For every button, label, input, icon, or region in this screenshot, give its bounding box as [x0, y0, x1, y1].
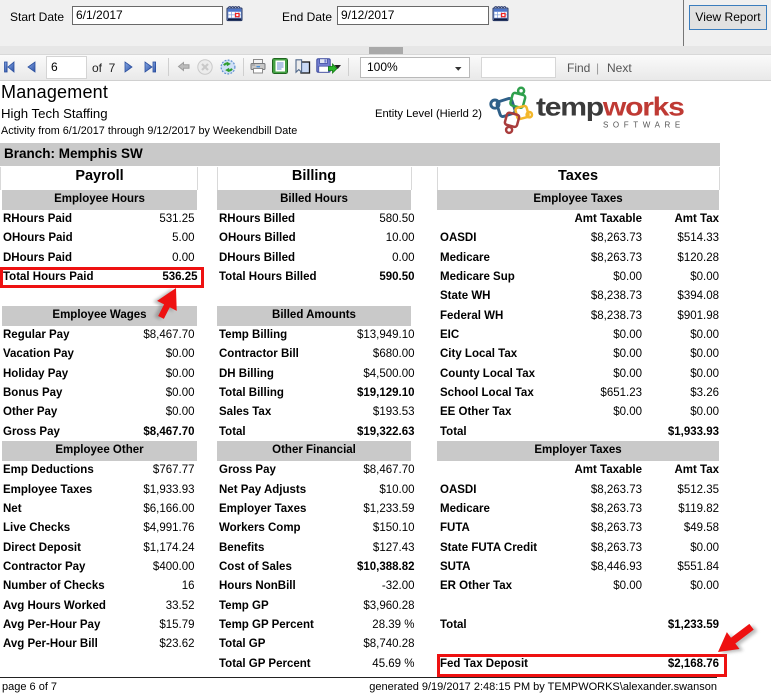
svg-text:SOFTWARE: SOFTWARE	[603, 121, 685, 130]
svg-text:tempworks: tempworks	[536, 92, 684, 121]
